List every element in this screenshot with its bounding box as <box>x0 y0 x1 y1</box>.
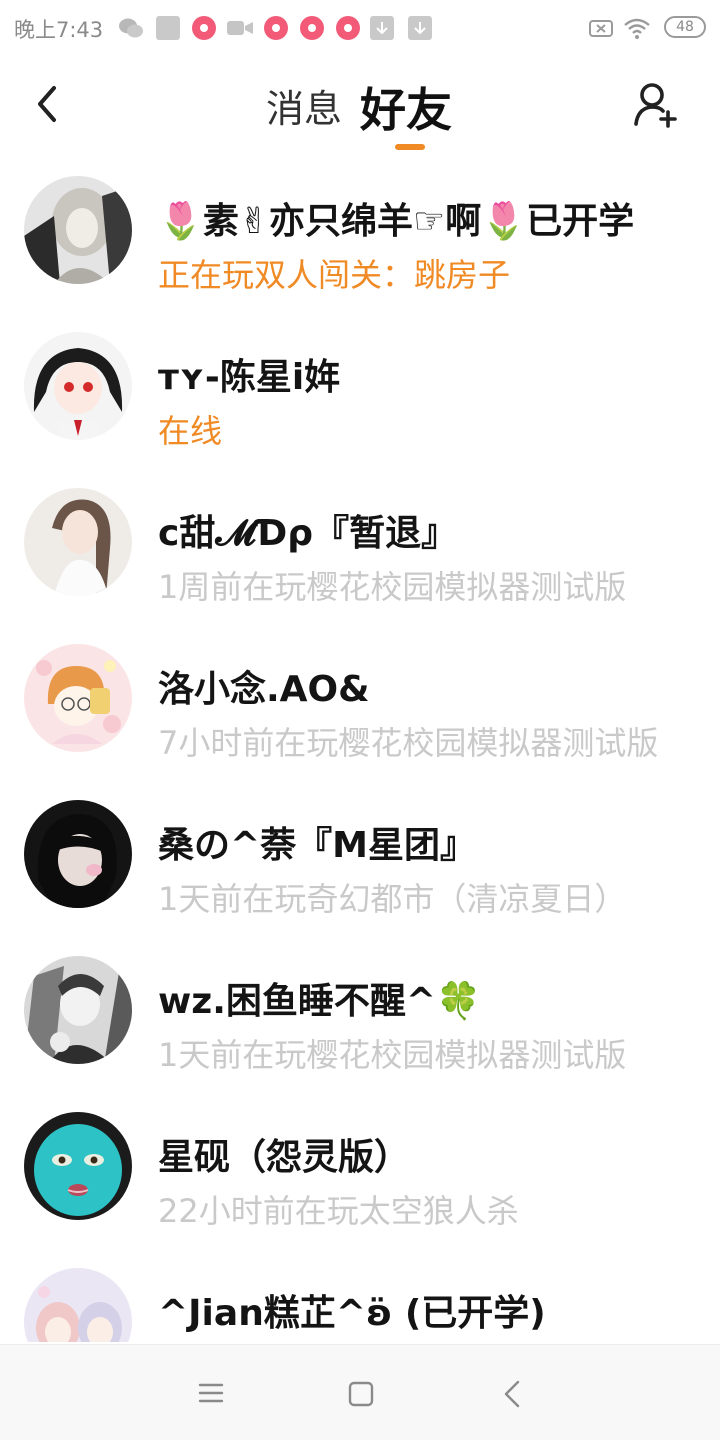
notification-icon <box>264 16 288 40</box>
download-icon <box>370 16 394 40</box>
square-icon[interactable] <box>348 1381 374 1407</box>
header: 消息 好友 <box>0 56 720 152</box>
status-bar: 晚上7:43 48 <box>0 0 720 56</box>
status-time: 晚上7:43 <box>14 18 104 42</box>
notification-icon <box>300 16 324 40</box>
menu-icon[interactable] <box>198 1381 224 1405</box>
friend-status: 7小时前在玩樱花校园模拟器测试版 <box>158 724 659 762</box>
avatar <box>24 488 132 596</box>
friend-item[interactable]: 🌷素✌亦只绵羊☞啊🌷已开学 正在玩双人闯关：跳房子 <box>0 150 720 306</box>
wifi-icon <box>622 16 652 40</box>
friend-status: 1周前在玩樱花校园模拟器测试版 <box>158 568 627 606</box>
back-button[interactable] <box>26 76 70 132</box>
friend-status: 正在玩双人闯关：跳房子 <box>158 256 511 294</box>
friend-name: ^Jian糕芷^ʚ̈ (已开学) <box>158 1293 546 1334</box>
avatar <box>24 644 132 752</box>
notification-icon <box>336 16 360 40</box>
avatar <box>24 1268 132 1342</box>
avatar <box>24 1112 132 1220</box>
friend-name: wz.困鱼睡不醒^🍀 <box>158 981 481 1022</box>
notification-icon <box>192 16 216 40</box>
friend-status: 1天前在玩奇幻都市（清凉夏日） <box>158 880 627 918</box>
add-user-icon <box>634 83 677 128</box>
add-friend-button[interactable] <box>630 78 682 130</box>
wechat-icon <box>118 16 143 40</box>
friend-status: 1天前在玩樱花校园模拟器测试版 <box>158 1036 627 1074</box>
navigation-bar <box>0 1344 720 1440</box>
sim-icon <box>156 16 180 40</box>
friend-list: 🌷素✌亦只绵羊☞啊🌷已开学 正在玩双人闯关：跳房子 ᴛʏ-陈星i姩 在线 c甜𝓜… <box>0 150 720 1342</box>
back-icon[interactable] <box>500 1379 524 1409</box>
chevron-left-icon <box>38 86 56 122</box>
friend-name: c甜𝓜Ɗρ『暂退』 <box>158 513 458 554</box>
tab-messages[interactable]: 消息 <box>266 78 342 133</box>
avatar <box>24 800 132 908</box>
friend-status: 在线 <box>158 412 223 450</box>
battery-indicator: 48 <box>664 16 706 38</box>
friend-item[interactable]: c甜𝓜Ɗρ『暂退』 1周前在玩樱花校园模拟器测试版 <box>0 462 720 618</box>
friend-item[interactable]: 桑の^萘『M星团』 1天前在玩奇幻都市（清凉夏日） <box>0 774 720 930</box>
video-icon <box>226 16 254 40</box>
download-icon <box>408 16 432 40</box>
friend-name: 桑の^萘『M星团』 <box>158 825 476 866</box>
avatar <box>24 176 132 284</box>
friend-status: 22小时前在玩太空狼人杀 <box>158 1192 519 1230</box>
friend-item[interactable]: 洛小念.AO& 7小时前在玩樱花校园模拟器测试版 <box>0 618 720 774</box>
friend-item[interactable]: 星砚（怨灵版） 22小时前在玩太空狼人杀 <box>0 1086 720 1242</box>
friend-name: ᴛʏ-陈星i姩 <box>158 357 341 398</box>
avatar <box>24 956 132 1064</box>
friend-name: 🌷素✌亦只绵羊☞啊🌷已开学 <box>158 201 635 242</box>
friend-item[interactable]: ᴛʏ-陈星i姩 在线 <box>0 306 720 462</box>
friend-item[interactable]: ^Jian糕芷^ʚ̈ (已开学) <box>0 1242 720 1342</box>
friend-name: 星砚（怨灵版） <box>158 1137 411 1178</box>
friend-item[interactable]: wz.困鱼睡不醒^🍀 1天前在玩樱花校园模拟器测试版 <box>0 930 720 1086</box>
tab-friends[interactable]: 好友 <box>360 74 452 140</box>
friend-name: 洛小念.AO& <box>158 669 370 710</box>
avatar <box>24 332 132 440</box>
sim-off-icon <box>588 16 614 40</box>
